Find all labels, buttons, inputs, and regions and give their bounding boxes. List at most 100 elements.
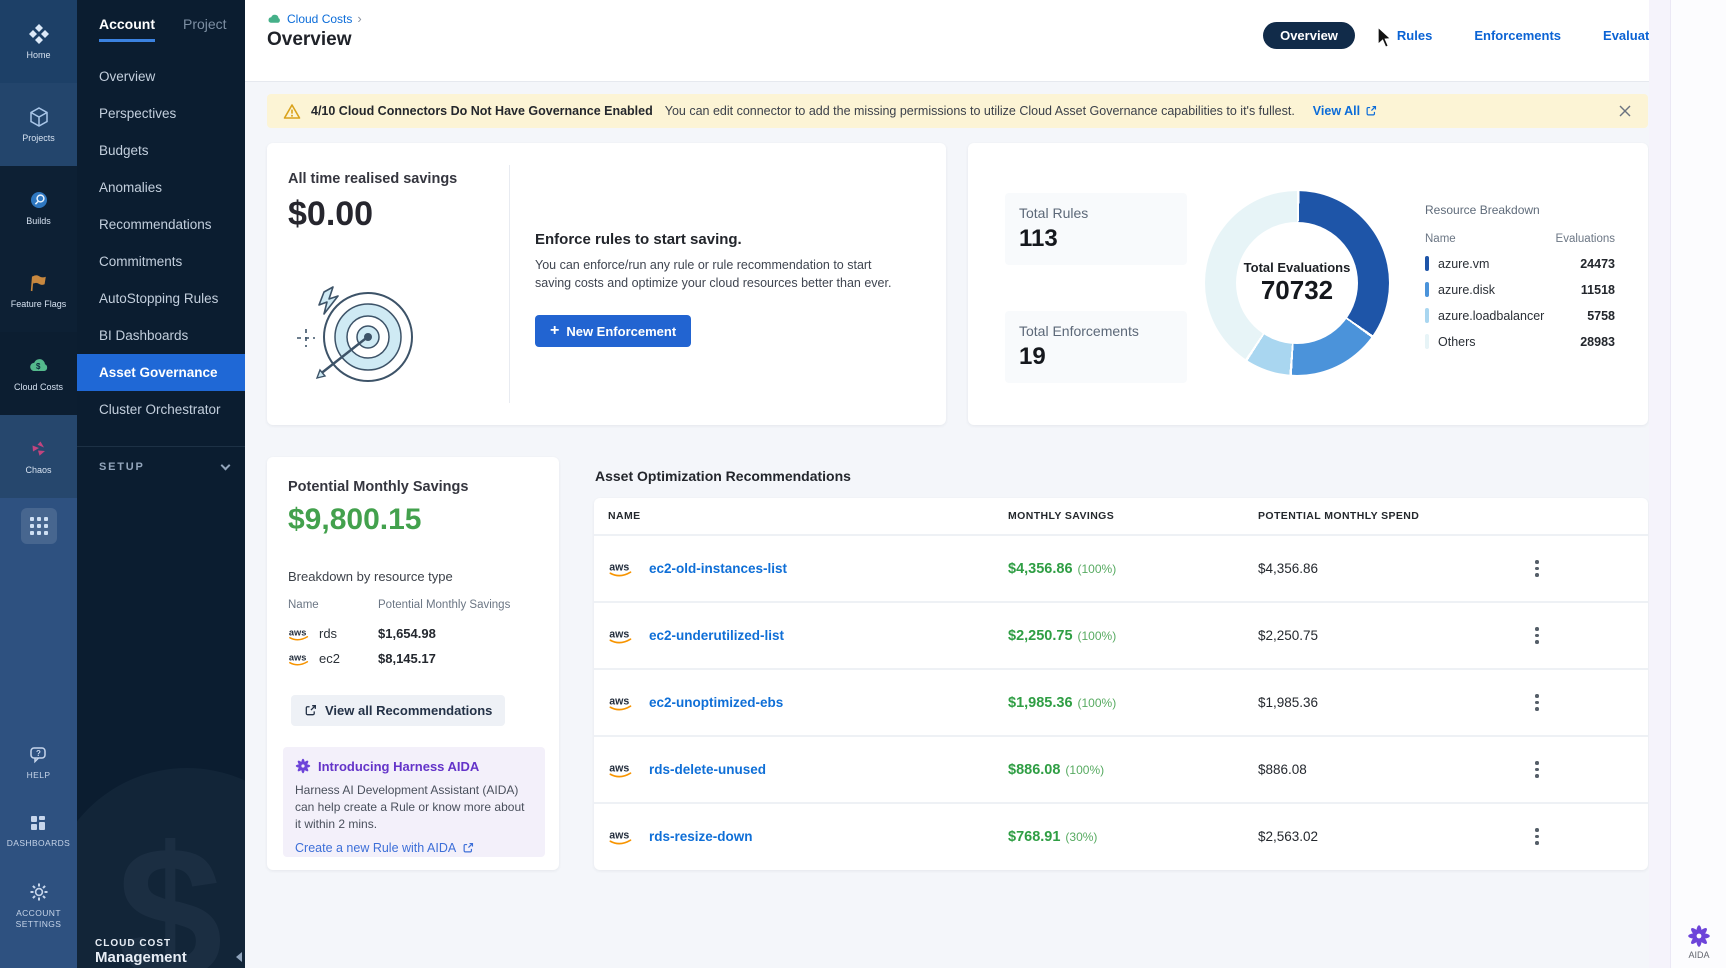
recommendation-row: aws ec2-unoptimized-ebs $1,985.36(100%) … — [594, 668, 1648, 735]
total-rules-tile: Total Rules 113 — [1005, 193, 1187, 265]
breakdown-row: aws ec2 $8,145.17 — [288, 646, 538, 671]
breadcrumb-cloud-costs-link[interactable]: Cloud Costs — [287, 12, 352, 26]
sidebar-nav-item[interactable]: Asset Governance — [77, 354, 245, 391]
sidebar-nav-item[interactable]: BI Dashboards — [77, 317, 245, 354]
aida-promo-body: Harness AI Development Assistant (AIDA) … — [295, 782, 533, 832]
sidebar-nav-item[interactable]: AutoStopping Rules — [77, 280, 245, 317]
recommendation-row: aws ec2-underutilized-list $2,250.75(100… — [594, 601, 1648, 668]
rule-name-link[interactable]: rds-delete-unused — [649, 762, 766, 777]
realised-savings-label: All time realised savings — [288, 171, 457, 187]
evaluations-donut: Total Evaluations 70732 — [1205, 191, 1389, 375]
rail-item-home[interactable]: Home — [0, 0, 77, 83]
sidebar-nav-item[interactable]: Commitments — [77, 243, 245, 280]
sidebar-nav-item[interactable]: Overview — [77, 58, 245, 95]
projects-cube-icon — [28, 106, 50, 128]
rail-item-projects[interactable]: Projects — [0, 83, 77, 166]
sidebar-nav-item[interactable]: Cluster Orchestrator — [77, 391, 245, 428]
main-content: Cloud Costs › Overview Overview Rules En… — [245, 0, 1726, 968]
cloud-icon — [267, 13, 282, 25]
resource-breakdown-legend: Resource Breakdown NameEvaluations azure… — [1425, 203, 1615, 349]
legend-row: azure.loadbalancer 5758 — [1425, 308, 1615, 323]
aws-logo-icon: aws — [288, 651, 312, 667]
page-tab[interactable]: Rules — [1397, 28, 1432, 43]
banner-view-all-link[interactable]: View All — [1313, 104, 1377, 118]
sidebar-nav-item[interactable]: Recommendations — [77, 206, 245, 243]
banner-close-button[interactable] — [1618, 104, 1632, 118]
scope-tab-project[interactable]: Project — [183, 16, 227, 42]
recommendation-row: aws rds-delete-unused $886.08(100%) $886… — [594, 735, 1648, 802]
legend-swatch — [1425, 334, 1429, 349]
create-rule-with-aida-link[interactable]: Create a new Rule with AIDA — [295, 841, 533, 855]
scope-tab-account[interactable]: Account — [99, 16, 155, 42]
right-edge-strip — [1649, 0, 1670, 968]
sidebar-nav-item[interactable]: Anomalies — [77, 169, 245, 206]
module-picker-button[interactable] — [21, 508, 57, 544]
aida-side-rail: AIDA — [1670, 0, 1726, 968]
recommendations-table-header: NAME MONTHLY SAVINGS POTENTIAL MONTHLY S… — [594, 498, 1648, 534]
aida-assistant-button[interactable]: AIDA — [1679, 924, 1719, 960]
row-menu-button[interactable] — [1528, 556, 1546, 581]
realised-savings-amount: $0.00 — [288, 195, 373, 234]
banner-bold-text: 4/10 Cloud Connectors Do Not Have Govern… — [311, 104, 653, 118]
banner-message: You can edit connector to add the missin… — [665, 104, 1295, 118]
dashboards-icon — [28, 813, 48, 833]
row-menu-button[interactable] — [1528, 690, 1546, 715]
dashboards-button[interactable]: DASHBOARDS — [7, 813, 71, 849]
total-enforcements-tile: Total Enforcements 19 — [1005, 311, 1187, 383]
potential-savings-amount: $9,800.15 — [288, 503, 421, 537]
aida-promo-box: Introducing Harness AIDA Harness AI Deve… — [283, 747, 545, 857]
page-tab[interactable]: Enforcements — [1474, 28, 1561, 43]
feature-flags-icon — [28, 272, 50, 294]
rule-name-link[interactable]: ec2-unoptimized-ebs — [649, 695, 783, 710]
nav-items: Overview Perspectives Budgets Anomalies … — [77, 58, 245, 428]
page-title: Overview — [267, 29, 352, 51]
rule-name-link[interactable]: rds-resize-down — [649, 829, 753, 844]
svg-text:aws: aws — [609, 695, 629, 707]
breadcrumb-separator: › — [357, 11, 361, 26]
governance-stats-card: Total Rules 113 Total Enforcements 19 To… — [968, 143, 1648, 425]
recommendation-row: aws rds-resize-down $768.91(30%) $2,563.… — [594, 802, 1648, 869]
rail-item-builds[interactable]: Builds — [0, 166, 77, 249]
cloud-costs-icon: $ — [27, 355, 51, 377]
row-menu-button[interactable] — [1528, 757, 1546, 782]
legend-swatch — [1425, 282, 1429, 297]
row-menu-button[interactable] — [1528, 824, 1546, 849]
cloud-costs-nav-sidebar: Account Project Overview Perspectives Bu… — [77, 0, 245, 968]
enforce-cta-title: Enforce rules to start saving. — [535, 231, 742, 248]
target-dart-illustration — [293, 275, 418, 393]
rule-name-link[interactable]: ec2-underutilized-list — [649, 628, 784, 643]
close-icon — [1618, 104, 1632, 118]
svg-text:aws: aws — [609, 561, 629, 573]
rail-bottom-section: ? HELP DASHBOARDS ACCOUNT SETTINGS AM — [0, 498, 77, 968]
sidebar-nav-item[interactable]: Perspectives — [77, 95, 245, 132]
page-tabs: Overview Rules Enforcements Evaluations — [1263, 22, 1676, 49]
warning-icon — [283, 103, 301, 120]
rail-item-cloud-costs[interactable]: $ Cloud Costs — [0, 332, 77, 415]
setup-section-toggle[interactable]: SETUP — [77, 446, 245, 473]
view-all-recommendations-button[interactable]: View all Recommendations — [291, 695, 505, 726]
sidebar-nav-item[interactable]: Budgets — [77, 132, 245, 169]
rail-item-feature-flags[interactable]: Feature Flags — [0, 249, 77, 332]
new-enforcement-button[interactable]: + New Enforcement — [535, 315, 691, 347]
external-link-icon — [1365, 105, 1377, 117]
module-rail: Home Projects Builds Feature Flags $ Clo… — [0, 0, 77, 968]
row-menu-button[interactable] — [1528, 623, 1546, 648]
asset-governance-overview-page: Home Projects Builds Feature Flags $ Clo… — [0, 0, 1726, 968]
realised-savings-card: All time realised savings $0.00 Enforce … — [267, 143, 946, 425]
breadcrumb: Cloud Costs › — [267, 11, 362, 26]
breakdown-row: aws rds $1,654.98 — [288, 621, 538, 646]
page-tab[interactable]: Overview — [1263, 22, 1355, 49]
sidebar-collapse-icon[interactable] — [236, 952, 242, 962]
svg-text:?: ? — [36, 749, 41, 758]
legend-row: azure.vm 24473 — [1425, 256, 1615, 271]
legend-swatch — [1425, 256, 1429, 271]
svg-text:aws: aws — [289, 652, 306, 662]
recommendations-title: Asset Optimization Recommendations — [595, 468, 851, 484]
account-settings-button[interactable]: ACCOUNT SETTINGS — [9, 881, 69, 930]
aws-logo-icon: aws — [288, 626, 312, 642]
rail-item-chaos[interactable]: Chaos — [0, 415, 77, 498]
rule-name-link[interactable]: ec2-old-instances-list — [649, 561, 787, 576]
card-divider — [509, 165, 510, 403]
help-button[interactable]: ? HELP — [27, 745, 51, 781]
recommendations-table: NAME MONTHLY SAVINGS POTENTIAL MONTHLY S… — [594, 498, 1648, 870]
